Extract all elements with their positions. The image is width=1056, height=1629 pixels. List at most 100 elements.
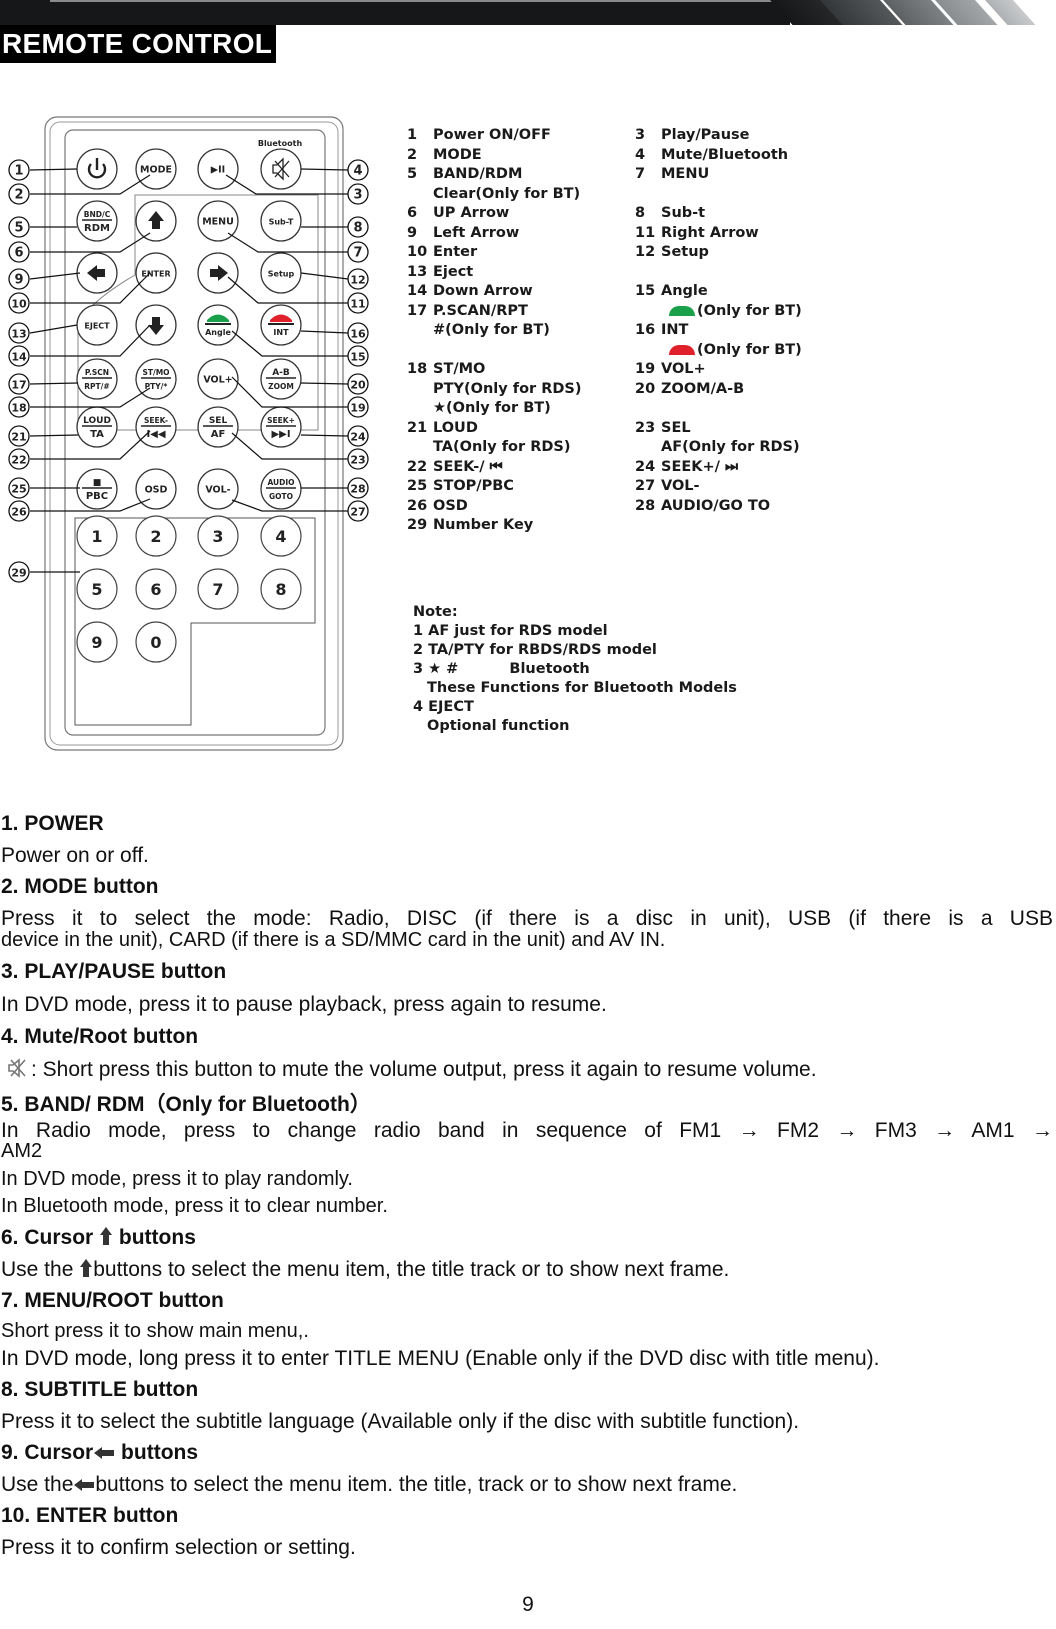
button-circle [135, 406, 177, 448]
remote-button-sub-t[interactable]: Sub-T [260, 200, 302, 242]
legend-item: 18 ST/MO [407, 360, 485, 380]
legend-item: (Only for BT) [635, 341, 802, 361]
remote-button-down[interactable] [135, 304, 177, 346]
button-label-bottom: I◀◀ [146, 429, 165, 440]
number-key-label: 5 [91, 580, 102, 599]
legend-number: 18 [407, 361, 428, 377]
remote-button-play-pause[interactable]: ▶II [197, 148, 239, 190]
legend-label: TA(Only for RDS) [433, 439, 571, 455]
section-heading: 2. MODE button [1, 875, 159, 898]
left-arrow-icon [94, 1447, 115, 1460]
button-label-top: SEEK- [144, 416, 168, 425]
button-label-top: BND/C [84, 210, 111, 219]
phone-hangup-icon [669, 344, 695, 355]
legend-label: BAND/RDM [433, 166, 523, 182]
legend-item: 9 Left Arrow [407, 224, 519, 244]
callout-number: 20 [350, 379, 366, 392]
number-key-9[interactable]: 9 [76, 621, 118, 663]
callout-number: 13 [11, 328, 26, 341]
number-key-8[interactable]: 8 [260, 568, 302, 610]
callout-9: 9 [8, 268, 30, 290]
section-body: Power on or off. [1, 844, 149, 867]
remote-button-enter[interactable]: ENTER [135, 252, 177, 294]
remote-button-int[interactable]: INT [260, 304, 302, 346]
legend-item: (Only for BT) [635, 302, 802, 322]
number-key-6[interactable]: 6 [135, 568, 177, 610]
button-label-bottom: PBC [86, 491, 108, 502]
button-label-bottom: RPT/# [84, 382, 109, 391]
legend-label: Left Arrow [433, 224, 520, 241]
left-arrow-icon [74, 1479, 95, 1492]
note-line: 1 AF just for RDS model [413, 623, 608, 639]
remote-button-voldn[interactable]: VOL- [197, 468, 239, 510]
remote-button-sel[interactable]: SEL AF [197, 406, 239, 448]
remote-button-power[interactable] [76, 148, 118, 190]
legend-number: 27 [635, 478, 656, 494]
button-label-top: LOUD [83, 416, 111, 426]
section-heading: 8. SUBTITLE button [1, 1378, 199, 1401]
legend-item: 11 Right Arrow [635, 224, 759, 244]
remote-button-mode[interactable]: MODE [135, 148, 177, 190]
remote-button-left[interactable] [76, 252, 118, 294]
remote-button-loud[interactable]: LOUD TA [76, 406, 118, 448]
section-body: In DVD mode, long press it to enter TITL… [1, 1347, 880, 1370]
legend-label: Enter [433, 244, 478, 260]
mute-icon [8, 1058, 26, 1078]
callout-number: 25 [11, 483, 26, 496]
section-heading: 3. PLAY/PAUSE button [1, 960, 227, 983]
number-key-1[interactable]: 1 [76, 515, 118, 557]
remote-button-pbc[interactable]: ■ PBC [76, 468, 118, 510]
number-key-4[interactable]: 4 [260, 515, 302, 557]
remote-button-angle[interactable]: Angle [197, 304, 239, 346]
up-arrow-icon [100, 1227, 113, 1245]
remote-button-seekm[interactable]: SEEK- I◀◀ [135, 406, 177, 448]
number-key-2[interactable]: 2 [135, 515, 177, 557]
page-number: 9 [522, 1593, 534, 1616]
remote-button-seekp[interactable]: SEEK+ ▶▶I [260, 406, 302, 448]
remote-button-volup[interactable]: VOL+ [197, 358, 239, 400]
legend-item: 26 OSD [407, 497, 468, 517]
number-key-0[interactable]: 0 [135, 621, 177, 663]
legend-number: 2 [407, 146, 418, 163]
remote-button-up[interactable] [135, 200, 177, 242]
legend-label: ZOOM/A-B [661, 380, 745, 397]
callout-19: 19 [347, 396, 369, 418]
legend-item: PTY(Only for RDS) [407, 380, 582, 400]
heading-text: 6. Cursor [1, 1226, 94, 1249]
remote-button-audio[interactable]: AUDIO GOTO [260, 468, 302, 510]
callout-number: 12 [350, 274, 365, 287]
number-key-7[interactable]: 7 [197, 568, 239, 610]
remote-button-osd[interactable]: OSD [135, 468, 177, 510]
callout-10: 10 [8, 292, 30, 314]
callout-26: 26 [8, 500, 30, 522]
remote-button-eject[interactable]: EJECT [76, 304, 118, 346]
callout-17: 17 [8, 373, 30, 395]
callout-number: 1 [14, 164, 23, 179]
number-key-5[interactable]: 5 [76, 568, 118, 610]
section-body: AM2 [1, 1140, 43, 1162]
section-body: Short press it to show main menu,. [1, 1320, 309, 1342]
remote-button-right[interactable] [197, 252, 239, 294]
callout-7: 7 [347, 241, 369, 263]
legend-item: 24 SEEK+/ ⏭ [635, 458, 738, 478]
phone-answer-icon [669, 305, 695, 316]
remote-button-band[interactable]: BND/C RDM [76, 200, 118, 242]
button-circle [76, 468, 118, 510]
callout-number: 23 [350, 454, 365, 467]
number-key-3[interactable]: 3 [197, 515, 239, 557]
legend-number: 21 [407, 419, 428, 436]
legend-item: 3 Play/Pause [635, 126, 750, 146]
callout-number: 27 [350, 506, 365, 519]
callout-number: 5 [14, 221, 23, 236]
remote-button-pscn[interactable]: P.SCN RPT/# [76, 358, 118, 400]
legend-item: 17 P.SCAN/RPT [407, 302, 528, 322]
page-title-text: REMOTE CONTROL [2, 28, 273, 59]
callout-4: 4 [347, 159, 369, 181]
legend-label: MODE [433, 146, 482, 163]
remote-button-mute[interactable] [260, 148, 302, 190]
note-line: 2 TA/PTY for RBDS/RDS model [413, 642, 657, 658]
remote-button-ab[interactable]: A-B ZOOM [260, 358, 302, 400]
legend-label: VOL+ [661, 361, 706, 377]
callout-line [29, 324, 78, 334]
remote-button-setup[interactable]: Setup [260, 252, 302, 294]
